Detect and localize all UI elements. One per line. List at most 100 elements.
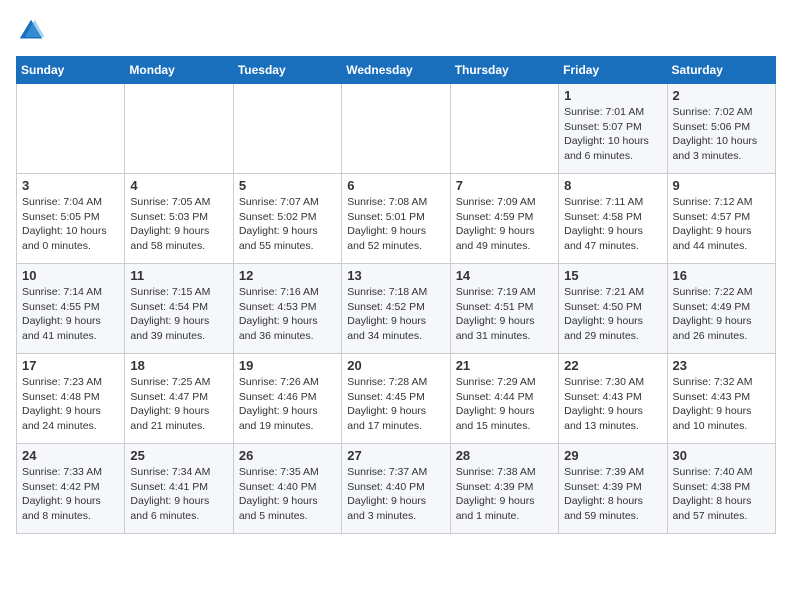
weekday-header: Friday	[559, 57, 667, 84]
day-info: Sunrise: 7:12 AM Sunset: 4:57 PM Dayligh…	[673, 195, 770, 254]
calendar-day-cell: 8 Sunrise: 7:11 AM Sunset: 4:58 PM Daylig…	[559, 174, 667, 264]
day-number: 30	[673, 448, 770, 463]
day-info: Sunrise: 7:23 AM Sunset: 4:48 PM Dayligh…	[22, 375, 119, 434]
logo-icon	[16, 16, 46, 46]
day-info: Sunrise: 7:16 AM Sunset: 4:53 PM Dayligh…	[239, 285, 336, 344]
calendar-day-cell: 24 Sunrise: 7:33 AM Sunset: 4:42 PM Dayli…	[17, 444, 125, 534]
day-number: 24	[22, 448, 119, 463]
weekday-header: Monday	[125, 57, 233, 84]
day-number: 20	[347, 358, 444, 373]
calendar-day-cell: 7 Sunrise: 7:09 AM Sunset: 4:59 PM Daylig…	[450, 174, 558, 264]
day-number: 7	[456, 178, 553, 193]
calendar-day-cell: 18 Sunrise: 7:25 AM Sunset: 4:47 PM Dayli…	[125, 354, 233, 444]
day-info: Sunrise: 7:29 AM Sunset: 4:44 PM Dayligh…	[456, 375, 553, 434]
day-number: 3	[22, 178, 119, 193]
day-number: 18	[130, 358, 227, 373]
calendar-day-cell: 10 Sunrise: 7:14 AM Sunset: 4:55 PM Dayli…	[17, 264, 125, 354]
calendar-day-cell: 27Sunrise: 7:37 AM Sunset: 4:40 PM Dayli…	[342, 444, 450, 534]
day-number: 12	[239, 268, 336, 283]
day-number: 19	[239, 358, 336, 373]
calendar-day-cell: 20 Sunrise: 7:28 AM Sunset: 4:45 PM Dayli…	[342, 354, 450, 444]
day-info: Sunrise: 7:33 AM Sunset: 4:42 PM Dayligh…	[22, 465, 119, 524]
day-number: 1	[564, 88, 661, 103]
weekday-row: SundayMondayTuesdayWednesdayThursdayFrid…	[17, 57, 776, 84]
calendar-day-cell: 25 Sunrise: 7:34 AM Sunset: 4:41 PM Dayli…	[125, 444, 233, 534]
day-info: Sunrise: 7:39 AM Sunset: 4:39 PM Dayligh…	[564, 465, 661, 524]
calendar-day-cell: 12 Sunrise: 7:16 AM Sunset: 4:53 PM Dayli…	[233, 264, 341, 354]
day-info: Sunrise: 7:37 AM Sunset: 4:40 PM Dayligh…	[347, 465, 444, 524]
day-number: 10	[22, 268, 119, 283]
calendar-day-cell: 14Sunrise: 7:19 AM Sunset: 4:51 PM Dayli…	[450, 264, 558, 354]
calendar-day-cell: 17 Sunrise: 7:23 AM Sunset: 4:48 PM Dayli…	[17, 354, 125, 444]
day-info: Sunrise: 7:09 AM Sunset: 4:59 PM Dayligh…	[456, 195, 553, 254]
calendar-day-cell: 3 Sunrise: 7:04 AM Sunset: 5:05 PM Daylig…	[17, 174, 125, 264]
calendar-week-row: 24 Sunrise: 7:33 AM Sunset: 4:42 PM Dayli…	[17, 444, 776, 534]
calendar-header: SundayMondayTuesdayWednesdayThursdayFrid…	[17, 57, 776, 84]
calendar-day-cell: 13 Sunrise: 7:18 AM Sunset: 4:52 PM Dayli…	[342, 264, 450, 354]
calendar-day-cell	[17, 84, 125, 174]
calendar-body: 1 Sunrise: 7:01 AM Sunset: 5:07 PM Daylig…	[17, 84, 776, 534]
calendar-day-cell: 6Sunrise: 7:08 AM Sunset: 5:01 PM Daylig…	[342, 174, 450, 264]
calendar-day-cell: 19 Sunrise: 7:26 AM Sunset: 4:46 PM Dayli…	[233, 354, 341, 444]
day-number: 26	[239, 448, 336, 463]
day-number: 15	[564, 268, 661, 283]
day-number: 21	[456, 358, 553, 373]
day-info: Sunrise: 7:02 AM Sunset: 5:06 PM Dayligh…	[673, 105, 770, 164]
logo	[16, 16, 50, 46]
day-info: Sunrise: 7:38 AM Sunset: 4:39 PM Dayligh…	[456, 465, 553, 524]
calendar-day-cell	[233, 84, 341, 174]
calendar-day-cell: 21 Sunrise: 7:29 AM Sunset: 4:44 PM Dayli…	[450, 354, 558, 444]
day-info: Sunrise: 7:18 AM Sunset: 4:52 PM Dayligh…	[347, 285, 444, 344]
calendar-day-cell	[125, 84, 233, 174]
calendar-day-cell: 22 Sunrise: 7:30 AM Sunset: 4:43 PM Dayli…	[559, 354, 667, 444]
calendar-day-cell: 15Sunrise: 7:21 AM Sunset: 4:50 PM Dayli…	[559, 264, 667, 354]
calendar-day-cell: 28 Sunrise: 7:38 AM Sunset: 4:39 PM Dayli…	[450, 444, 558, 534]
day-number: 17	[22, 358, 119, 373]
calendar-day-cell: 30Sunrise: 7:40 AM Sunset: 4:38 PM Dayli…	[667, 444, 775, 534]
calendar-day-cell: 29 Sunrise: 7:39 AM Sunset: 4:39 PM Dayli…	[559, 444, 667, 534]
day-info: Sunrise: 7:19 AM Sunset: 4:51 PM Dayligh…	[456, 285, 553, 344]
calendar-day-cell: 2 Sunrise: 7:02 AM Sunset: 5:06 PM Daylig…	[667, 84, 775, 174]
day-info: Sunrise: 7:08 AM Sunset: 5:01 PM Dayligh…	[347, 195, 444, 254]
day-number: 13	[347, 268, 444, 283]
day-number: 23	[673, 358, 770, 373]
day-info: Sunrise: 7:11 AM Sunset: 4:58 PM Dayligh…	[564, 195, 661, 254]
day-info: Sunrise: 7:30 AM Sunset: 4:43 PM Dayligh…	[564, 375, 661, 434]
weekday-header: Saturday	[667, 57, 775, 84]
day-number: 25	[130, 448, 227, 463]
day-number: 29	[564, 448, 661, 463]
day-info: Sunrise: 7:28 AM Sunset: 4:45 PM Dayligh…	[347, 375, 444, 434]
weekday-header: Tuesday	[233, 57, 341, 84]
day-info: Sunrise: 7:32 AM Sunset: 4:43 PM Dayligh…	[673, 375, 770, 434]
day-info: Sunrise: 7:14 AM Sunset: 4:55 PM Dayligh…	[22, 285, 119, 344]
calendar-week-row: 1 Sunrise: 7:01 AM Sunset: 5:07 PM Daylig…	[17, 84, 776, 174]
calendar-day-cell: 11Sunrise: 7:15 AM Sunset: 4:54 PM Dayli…	[125, 264, 233, 354]
day-number: 4	[130, 178, 227, 193]
page-header	[16, 16, 776, 46]
calendar-day-cell: 5Sunrise: 7:07 AM Sunset: 5:02 PM Daylig…	[233, 174, 341, 264]
day-number: 22	[564, 358, 661, 373]
day-info: Sunrise: 7:22 AM Sunset: 4:49 PM Dayligh…	[673, 285, 770, 344]
day-info: Sunrise: 7:26 AM Sunset: 4:46 PM Dayligh…	[239, 375, 336, 434]
weekday-header: Thursday	[450, 57, 558, 84]
day-info: Sunrise: 7:34 AM Sunset: 4:41 PM Dayligh…	[130, 465, 227, 524]
calendar-day-cell: 23 Sunrise: 7:32 AM Sunset: 4:43 PM Dayli…	[667, 354, 775, 444]
day-number: 2	[673, 88, 770, 103]
day-number: 8	[564, 178, 661, 193]
day-info: Sunrise: 7:25 AM Sunset: 4:47 PM Dayligh…	[130, 375, 227, 434]
day-info: Sunrise: 7:01 AM Sunset: 5:07 PM Dayligh…	[564, 105, 661, 164]
weekday-header: Wednesday	[342, 57, 450, 84]
calendar-day-cell	[450, 84, 558, 174]
calendar-day-cell: 9 Sunrise: 7:12 AM Sunset: 4:57 PM Daylig…	[667, 174, 775, 264]
day-info: Sunrise: 7:35 AM Sunset: 4:40 PM Dayligh…	[239, 465, 336, 524]
day-number: 9	[673, 178, 770, 193]
calendar-day-cell: 16 Sunrise: 7:22 AM Sunset: 4:49 PM Dayli…	[667, 264, 775, 354]
calendar-day-cell: 26 Sunrise: 7:35 AM Sunset: 4:40 PM Dayli…	[233, 444, 341, 534]
day-info: Sunrise: 7:05 AM Sunset: 5:03 PM Dayligh…	[130, 195, 227, 254]
day-info: Sunrise: 7:04 AM Sunset: 5:05 PM Dayligh…	[22, 195, 119, 254]
day-info: Sunrise: 7:07 AM Sunset: 5:02 PM Dayligh…	[239, 195, 336, 254]
day-number: 11	[130, 268, 227, 283]
calendar-day-cell	[342, 84, 450, 174]
day-number: 16	[673, 268, 770, 283]
day-number: 28	[456, 448, 553, 463]
